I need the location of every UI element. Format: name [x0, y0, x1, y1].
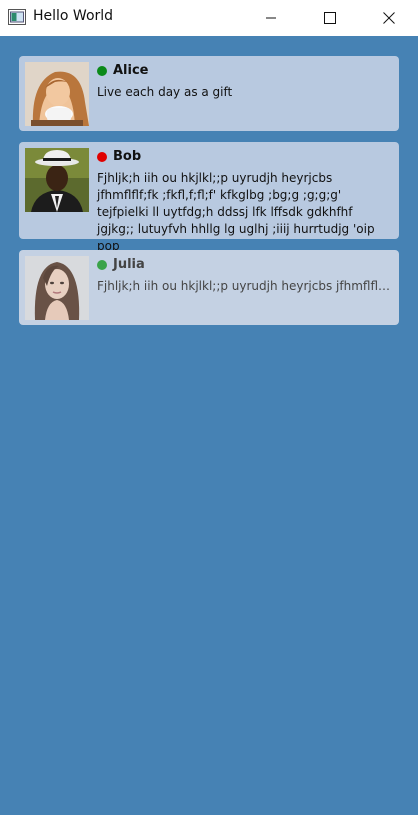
close-icon [383, 12, 395, 24]
maximize-button[interactable] [307, 0, 353, 36]
name-row: Julia [97, 257, 145, 272]
avatar [25, 62, 89, 126]
app-icon [8, 9, 26, 25]
name-row: Bob [97, 149, 141, 164]
contact-name: Alice [113, 63, 149, 78]
title-bar: Hello World [0, 0, 418, 36]
close-button[interactable] [366, 0, 412, 36]
avatar [25, 148, 89, 212]
status-indicator [97, 151, 107, 162]
status-indicator [97, 65, 107, 76]
window-title: Hello World [33, 8, 114, 24]
message-preview: Fjhljk;h iih ou hkjlkl;;p uyrudjh heyrjc… [97, 279, 393, 293]
list-item-alice[interactable]: Alice Live each day as a gift [19, 56, 399, 131]
minimize-icon [266, 17, 276, 19]
list-item-julia[interactable]: Julia Fjhljk;h iih ou hkjlkl;;p uyrudjh … [19, 250, 399, 325]
status-indicator [97, 259, 107, 270]
message-preview: Live each day as a gift [97, 85, 233, 99]
contact-name: Bob [113, 149, 142, 164]
name-row: Alice [97, 63, 149, 78]
maximize-icon [324, 12, 336, 24]
contact-name: Julia [113, 257, 145, 272]
message-preview: Fjhljk;h iih ou hkjlkl;;p uyrudjh heyrjc… [97, 171, 375, 253]
avatar [25, 256, 89, 320]
list-item-bob[interactable]: Bob Fjhljk;h iih ou hkjlkl;;p uyrudjh he… [19, 142, 399, 253]
minimize-button[interactable] [248, 0, 294, 36]
